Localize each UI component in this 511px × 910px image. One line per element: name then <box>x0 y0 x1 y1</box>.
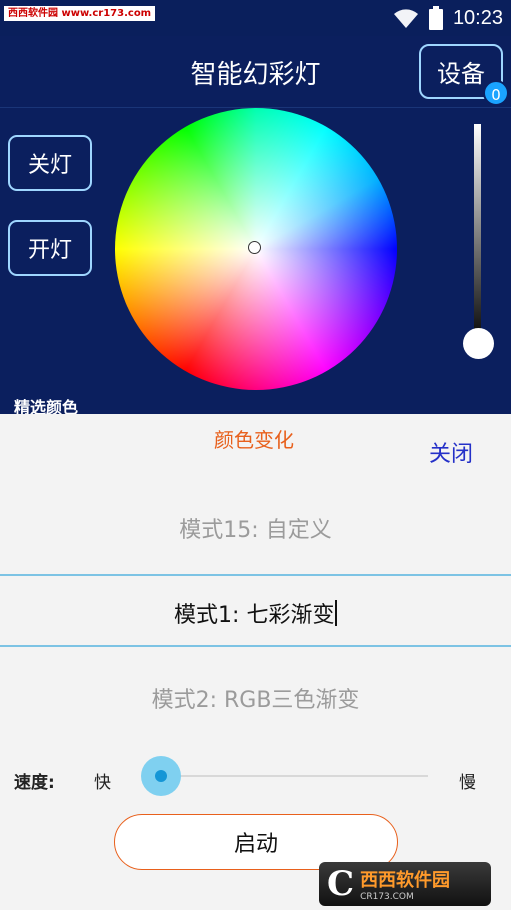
color-wheel-cursor[interactable] <box>248 241 261 254</box>
battery-icon <box>428 6 443 30</box>
wifi-icon <box>393 9 418 28</box>
color-change-sheet: 颜色变化 关闭 模式15: 自定义 模式1: 七彩渐变 模式2: RGB三色渐变… <box>0 414 511 910</box>
watermark-url: CR173.COM <box>360 892 414 902</box>
app-header: 智能幻彩灯 设备 <box>0 36 511 108</box>
watermark-logo: C 西西软件园 CR173.COM <box>319 862 491 906</box>
device-count-badge: 0 <box>483 80 509 106</box>
brightness-slider-track[interactable] <box>474 124 481 346</box>
watermark-top: 西西软件园 www.cr173.com <box>4 6 156 21</box>
watermark-brand: 西西软件园 <box>360 870 451 891</box>
clock: 10:23 <box>452 6 503 29</box>
light-off-button[interactable]: 关灯 <box>8 135 92 191</box>
mode-option-15[interactable]: 模式15: 自定义 <box>0 512 511 544</box>
speed-label: 速度: <box>14 773 55 793</box>
status-icons: 10:23 <box>393 4 503 32</box>
text-caret <box>335 600 337 626</box>
speed-slow-label: 慢 <box>459 773 476 793</box>
mode-option-2[interactable]: 模式2: RGB三色渐变 <box>0 682 511 714</box>
color-control-panel: 关灯 开灯 精选颜色 <box>0 108 511 414</box>
mode-selected-label: 模式1: 七彩渐变 <box>174 603 335 628</box>
watermark-c-icon: C <box>327 864 355 904</box>
mode-option-selected[interactable]: 模式1: 七彩渐变 <box>0 597 511 629</box>
status-bar: 西西软件园 www.cr173.com 10:23 <box>0 0 511 36</box>
speed-fast-label: 快 <box>94 773 111 793</box>
speed-slider-thumb[interactable] <box>155 770 167 782</box>
speed-slider-track[interactable] <box>160 775 428 777</box>
picker-divider-top <box>0 574 511 576</box>
picker-divider-bottom <box>0 645 511 647</box>
brightness-slider-knob[interactable] <box>463 328 494 359</box>
light-on-button[interactable]: 开灯 <box>8 220 92 276</box>
close-button[interactable]: 关闭 <box>429 436 473 468</box>
featured-colors-label[interactable]: 精选颜色 <box>14 394 78 414</box>
